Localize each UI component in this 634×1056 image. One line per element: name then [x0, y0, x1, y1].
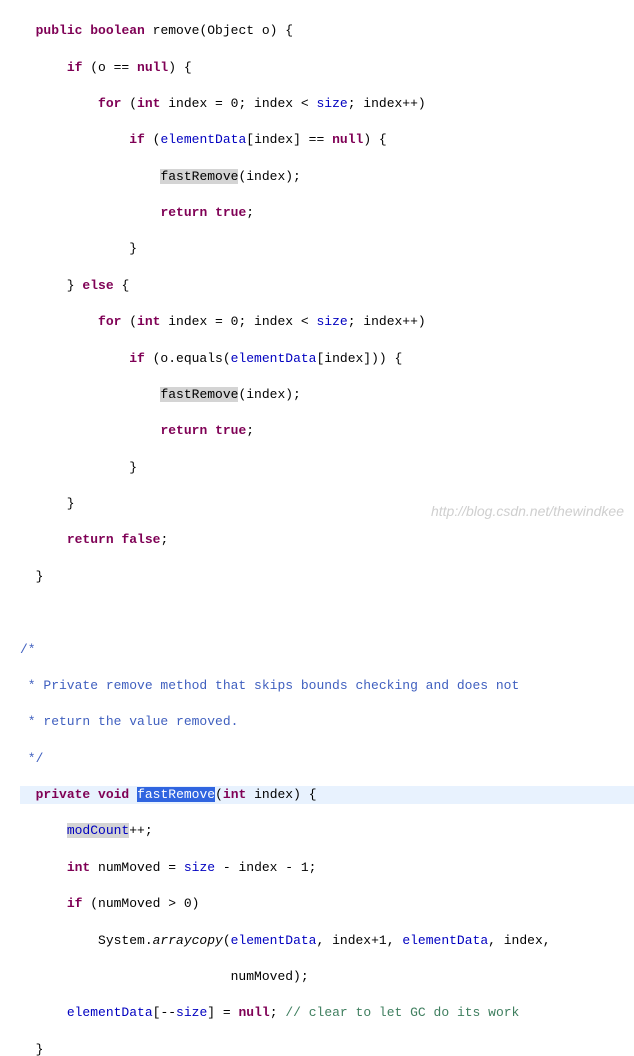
- code-line: if (numMoved > 0): [20, 895, 634, 913]
- code-line: numMoved);: [20, 968, 634, 986]
- code-line: }: [20, 1041, 634, 1056]
- keyword: for: [98, 314, 121, 329]
- code-text: (index);: [238, 387, 300, 402]
- keyword: boolean: [90, 23, 145, 38]
- code-text: ++;: [129, 823, 152, 838]
- keyword: null: [332, 132, 363, 147]
- code-line: fastRemove(index);: [20, 386, 634, 404]
- field: size: [316, 96, 347, 111]
- comment-line: * Private remove method that skips bound…: [20, 677, 634, 695]
- keyword: int: [137, 96, 160, 111]
- highlighted-line: private void fastRemove(int index) {: [20, 786, 634, 804]
- code-line: for (int index = 0; index < size; index+…: [20, 95, 634, 113]
- keyword: public: [36, 23, 83, 38]
- code-line: } else {: [20, 277, 634, 295]
- field: elementData: [231, 933, 317, 948]
- keyword: return: [67, 532, 114, 547]
- comment-line: */: [20, 750, 634, 768]
- code-line: return true;: [20, 422, 634, 440]
- keyword: int: [67, 860, 90, 875]
- code-line: elementData[--size] = null; // clear to …: [20, 1004, 634, 1022]
- code-line: modCount++;: [20, 822, 634, 840]
- keyword: return: [160, 423, 207, 438]
- code-line: }: [20, 459, 634, 477]
- selected-method-name: fastRemove: [137, 787, 215, 802]
- field: elementData: [160, 132, 246, 147]
- comment-line: /*: [20, 641, 634, 659]
- comment: // clear to let GC do its work: [285, 1005, 519, 1020]
- keyword: return: [160, 205, 207, 220]
- keyword: if: [67, 896, 83, 911]
- field: elementData: [402, 933, 488, 948]
- code-line: return false;: [20, 531, 634, 549]
- code-line: }: [20, 568, 634, 586]
- code-line: if (o.equals(elementData[index])) {: [20, 350, 634, 368]
- keyword: for: [98, 96, 121, 111]
- field: elementData: [231, 351, 317, 366]
- field: size: [316, 314, 347, 329]
- field: size: [184, 860, 215, 875]
- keyword: if: [67, 60, 83, 75]
- code-line: }: [20, 240, 634, 258]
- code-line: System.arraycopy(elementData, index+1, e…: [20, 932, 634, 950]
- field-highlight: modCount: [67, 823, 129, 838]
- code-text: (index);: [238, 169, 300, 184]
- keyword: if: [129, 351, 145, 366]
- code-block: public boolean remove(Object o) { if (o …: [0, 0, 634, 1056]
- keyword: int: [223, 787, 246, 802]
- method-call-highlight: fastRemove: [160, 387, 238, 402]
- blank-line: [20, 604, 634, 622]
- keyword: null: [238, 1005, 269, 1020]
- keyword: false: [121, 532, 160, 547]
- field: elementData: [67, 1005, 153, 1020]
- code-line: public boolean remove(Object o) {: [20, 22, 634, 40]
- keyword: void: [98, 787, 129, 802]
- field: size: [176, 1005, 207, 1020]
- comment-line: * return the value removed.: [20, 713, 634, 731]
- keyword: int: [137, 314, 160, 329]
- code-line: if (elementData[index] == null) {: [20, 131, 634, 149]
- code-line: return true;: [20, 204, 634, 222]
- code-line: fastRemove(index);: [20, 168, 634, 186]
- keyword: private: [36, 787, 91, 802]
- code-line: if (o == null) {: [20, 59, 634, 77]
- code-line: int numMoved = size - index - 1;: [20, 859, 634, 877]
- keyword: true: [215, 423, 246, 438]
- code-line: for (int index = 0; index < size; index+…: [20, 313, 634, 331]
- method-call-highlight: fastRemove: [160, 169, 238, 184]
- keyword: null: [137, 60, 168, 75]
- keyword: else: [82, 278, 113, 293]
- keyword: if: [129, 132, 145, 147]
- keyword: true: [215, 205, 246, 220]
- code-line: }: [20, 495, 634, 513]
